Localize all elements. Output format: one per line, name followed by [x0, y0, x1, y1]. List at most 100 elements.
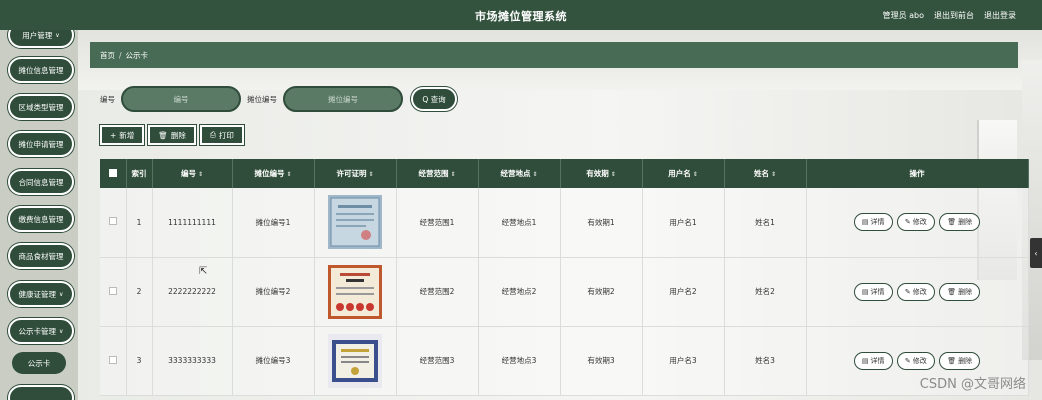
search-icon: Q [422, 94, 429, 104]
breadcrumb-home[interactable]: 首页 [100, 50, 115, 61]
table-header-row: 索引 编号 ⇕ 摊位编号 ⇕ 许可证明 ⇕ 经营范围 ⇕ 经营地点 ⇕ 有效期 ⇕ 用户名 ⇕… [100, 159, 1029, 188]
col-name[interactable]: 姓名 ⇕ [724, 159, 807, 188]
sidebar-item-user[interactable]: 用户管理 ∨ [8, 30, 74, 48]
trash-icon: 🗑 [947, 287, 957, 296]
col-license-label: 许可证明 [336, 169, 367, 178]
stall-code-label: 摊位编号 [247, 94, 277, 104]
batch-delete-button[interactable]: 🗑 删除 [148, 125, 196, 145]
sidebar-item-more[interactable] [8, 385, 74, 400]
sidebar-item-area-type[interactable]: 区域类型管理 [8, 94, 74, 120]
edit-button[interactable]: ✎ 修改 [896, 351, 935, 370]
row-checkbox[interactable] [108, 286, 117, 295]
trash-icon: 🗑 [947, 356, 957, 365]
print-button[interactable]: ⎙ 打印 [199, 125, 244, 145]
chevron-left-icon: ‹ [1034, 248, 1038, 258]
cell-scope: 经营范围3 [396, 326, 479, 396]
sidebar-item-label: 缴费信息管理 [18, 214, 64, 224]
select-all-header[interactable] [100, 159, 127, 188]
delete-button[interactable]: 🗑 删除 [939, 282, 981, 301]
col-index: 索引 [126, 159, 153, 188]
col-valid-label: 有效期 [586, 169, 609, 178]
sidebar-item-goods[interactable]: 商品食材管理 [8, 243, 74, 269]
add-button[interactable]: + 新增 [100, 125, 145, 145]
logout-link[interactable]: 退出登录 [984, 10, 1016, 21]
edit-button[interactable]: ✎ 修改 [896, 282, 935, 301]
sidebar-item-notice-card[interactable]: 公示卡管理 ∨ [8, 318, 74, 344]
detail-label: 详情 [870, 356, 885, 365]
top-bar: 市场摊位管理系统 管理员 abo 退出到前台 退出登录 [0, 0, 1042, 30]
goto-front-link[interactable]: 退出到前台 [934, 10, 974, 21]
sidebar-subitem-notice-card[interactable]: 公示卡 [12, 352, 66, 374]
sort-icon: ⇕ [368, 171, 374, 178]
sidebar-item-label: 用户管理 [22, 30, 53, 40]
sidebar-item-stall-apply[interactable]: 摊位申请管理 [8, 131, 74, 157]
chevron-down-icon: ∨ [59, 327, 64, 335]
sidebar-item-contract[interactable]: 合同信息管理 [8, 169, 74, 195]
sidebar-item-stall-info[interactable]: 摊位信息管理 [8, 57, 74, 83]
sidebar-item-payment[interactable]: 缴费信息管理 [8, 206, 74, 232]
detail-button[interactable]: ▤ 详情 [853, 213, 893, 232]
code-input[interactable] [121, 86, 241, 112]
delete-button[interactable]: 🗑 删除 [939, 351, 981, 370]
cell-name: 姓名3 [724, 326, 807, 396]
toolbar: + 新增 🗑 删除 ⎙ 打印 [100, 125, 244, 145]
col-scope[interactable]: 经营范围 ⇕ [396, 159, 479, 188]
stall-code-input[interactable] [283, 86, 403, 112]
col-stall-label: 摊位编号 [254, 169, 285, 178]
detail-button[interactable]: ▤ 详情 [853, 282, 893, 301]
sidebar-item-health-cert[interactable]: 健康证管理 ∨ [8, 281, 74, 307]
col-user[interactable]: 用户名 ⇕ [642, 159, 725, 188]
col-license[interactable]: 许可证明 ⇕ [314, 159, 397, 188]
plus-icon: + [110, 130, 117, 140]
cell-code: 1111111111 [152, 188, 233, 258]
certificate-image [328, 195, 382, 250]
edit-icon: ✎ [904, 218, 911, 227]
delete-label: 删除 [170, 130, 186, 140]
detail-label: 详情 [870, 218, 885, 227]
add-label: 新增 [119, 130, 135, 140]
row-checkbox[interactable] [108, 355, 117, 364]
cell-code: 2222222222 [152, 257, 233, 327]
detail-button[interactable]: ▤ 详情 [853, 351, 893, 370]
delete-button[interactable]: 🗑 删除 [939, 213, 981, 232]
detail-icon: ▤ [861, 218, 869, 227]
delete-label: 删除 [958, 218, 973, 227]
cell-license [314, 257, 397, 327]
sidebar-item-label: 公示卡管理 [18, 326, 57, 336]
table-row: 1 1111111111 摊位编号1 经营范围1 经营地点1 有效期1 用户名1… [100, 188, 1029, 258]
cell-scope: 经营范围1 [396, 188, 479, 258]
edit-icon: ✎ [904, 287, 911, 296]
sort-icon: ⇕ [692, 171, 698, 178]
watermark: CSDN @文哥网络 [919, 377, 1026, 392]
sidebar-item-label: 商品食材管理 [18, 251, 64, 261]
license-image[interactable] [328, 333, 382, 388]
cell-valid: 有效期3 [560, 326, 643, 396]
edit-icon: ✎ [904, 356, 911, 365]
delete-label: 删除 [958, 287, 973, 296]
col-place-label: 经营地点 [500, 169, 531, 178]
col-code-label: 编号 [180, 169, 196, 178]
row-checkbox[interactable] [108, 217, 117, 226]
side-panel-toggle[interactable]: ‹ [1030, 238, 1042, 268]
cell-stall: 摊位编号2 [232, 257, 315, 327]
license-image[interactable] [328, 195, 382, 250]
printer-icon: ⎙ [209, 130, 216, 139]
col-code[interactable]: 编号 ⇕ [152, 159, 233, 188]
select-all-checkbox[interactable] [108, 168, 117, 177]
cell-stall: 摊位编号3 [232, 326, 315, 396]
cell-user: 用户名2 [642, 257, 725, 327]
col-valid[interactable]: 有效期 ⇕ [560, 159, 643, 188]
cell-ops: ▤ 详情 ✎ 修改 🗑 删除 [806, 257, 1029, 327]
col-place[interactable]: 经营地点 ⇕ [478, 159, 561, 188]
cell-valid: 有效期2 [560, 257, 643, 327]
edit-button[interactable]: ✎ 修改 [896, 213, 935, 232]
cell-name: 姓名2 [724, 257, 807, 327]
sort-icon: ⇕ [532, 171, 538, 178]
cell-place: 经营地点1 [478, 188, 561, 258]
license-image[interactable] [328, 264, 382, 319]
delete-label: 删除 [958, 356, 973, 365]
col-stall[interactable]: 摊位编号 ⇕ [232, 159, 315, 188]
query-label: 查询 [430, 94, 446, 104]
cell-index: 3 [126, 326, 153, 396]
query-button[interactable]: Q 查询 [411, 87, 457, 111]
